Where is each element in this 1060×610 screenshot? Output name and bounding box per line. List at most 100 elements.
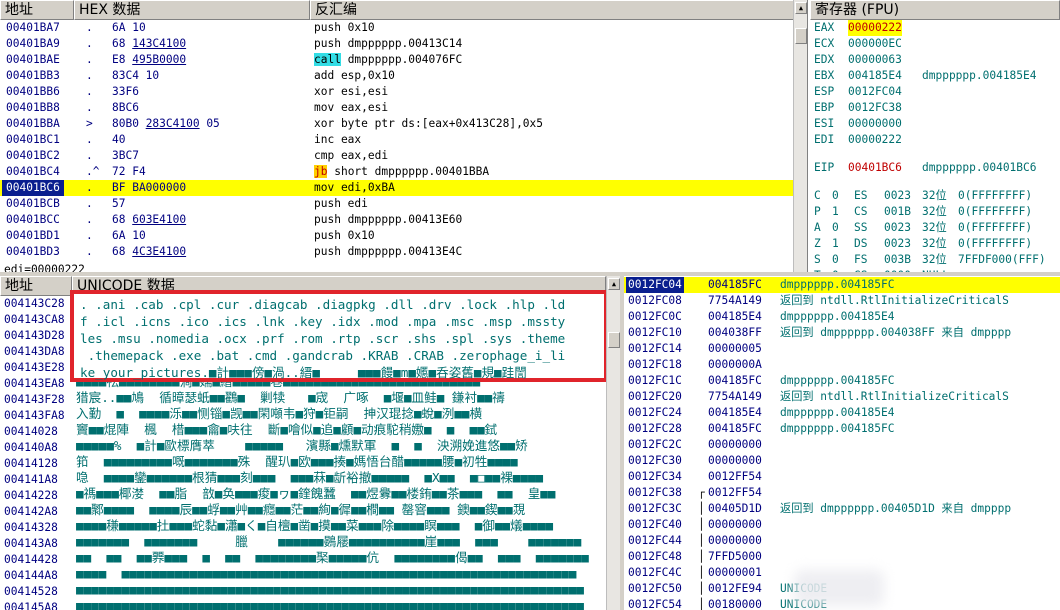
stack-row[interactable]: 0012FC18 0000000A [624, 357, 1060, 373]
dump-address: 004143A8 [4, 537, 58, 550]
stack-row[interactable]: 0012FC38 ┌ 0012FF54 [624, 485, 1060, 501]
flag-f: P [814, 205, 821, 218]
disasm-instruction[interactable]: mov eax,esi [314, 100, 388, 116]
stack-row[interactable]: 0012FC34 0012FF54 [624, 469, 1060, 485]
flag-row[interactable]: Z 1 DS 0023 32位 0(FFFFFFFF) [814, 236, 1060, 252]
dump-pane[interactable]: 地址 UNICODE 数据 004143C28 004143CA8 004143D2… [0, 276, 620, 610]
hex-bytes: 80B0 [112, 117, 146, 130]
stack-row[interactable]: 0012FC1C 004185FC dmpppppp.004185FC [624, 373, 1060, 389]
hex-bytes: 72 F4 [112, 165, 146, 178]
stack-row[interactable]: 0012FC08 7754A149 返回到 ntdll.RtlInitializeC… [624, 293, 1060, 309]
disasm-row[interactable]: 00401BC2. 3BC7 cmp eax,edi [0, 148, 794, 164]
flag-row[interactable]: A 0 SS 0023 32位 0(FFFFFFFF) [814, 220, 1060, 236]
registers-header[interactable]: 寄存器 (FPU) [810, 0, 1060, 20]
register-name: EBP [814, 101, 835, 114]
disasm-row[interactable]: 00401BB3. 83C4 10 add esp,0x10 [0, 68, 794, 84]
disasm-instruction[interactable]: push edi [314, 196, 368, 212]
register-row[interactable]: ESP 0012FC04 [814, 84, 1060, 100]
disasm-instruction[interactable]: push 0x10 [314, 20, 375, 36]
dump-scroll-thumb[interactable] [608, 332, 620, 348]
stack-row[interactable]: 0012FC40 │ 00000000 [624, 517, 1060, 533]
disasm-instruction[interactable]: push dmpppppp.00413E4C [314, 244, 462, 260]
register-value[interactable]: 000000EC [848, 36, 902, 52]
disasm-instruction[interactable]: push 0x10 [314, 228, 375, 244]
register-value[interactable]: 004185E4 [848, 68, 902, 84]
stack-row[interactable]: 0012FC48 │ 7FFD5000 [624, 549, 1060, 565]
registers-pane[interactable]: 寄存器 (FPU) EAX 00000222 ECX 000000EC EDX 00000… [810, 0, 1060, 274]
disasm-row[interactable]: 00401BC4 .^ 72 F4 jb short dmpppppp.00401BB… [0, 164, 794, 180]
disasm-row[interactable]: 00401BB8. 8BC6 mov eax,esi [0, 100, 794, 116]
scroll-up-icon[interactable]: ▲ [795, 2, 807, 14]
register-value[interactable]: 00000222 [848, 20, 902, 36]
stack-row[interactable]: 0012FC20 7754A149 返回到 ntdll.RtlInitializeC… [624, 389, 1060, 405]
dump-addr-header[interactable]: 地址 [0, 276, 72, 296]
disasm-row[interactable]: 00401BD1. 6A 10 push 0x10 [0, 228, 794, 244]
disasm-row[interactable]: 00401BCB. 57 push edi [0, 196, 794, 212]
asm-text: xor byte ptr ds:[eax+0x413C28],0x5 [314, 117, 544, 130]
disasm-row[interactable]: 00401BAE. E8 495B0000 call dmpppppp.004076… [0, 52, 794, 68]
disasm-instruction[interactable]: push dmpppppp.00413E60 [314, 212, 462, 228]
disasm-row[interactable]: 00401BA7. 6A 10 push 0x10 [0, 20, 794, 36]
stack-row[interactable]: 0012FC0C 004185E4 dmpppppp.004185E4 [624, 309, 1060, 325]
disasm-row[interactable]: 00401BBA >80B0 283C4100 05 xor byte ptr ds… [0, 116, 794, 132]
stack-row[interactable]: 0012FC28 004185FC dmpppppp.004185FC [624, 421, 1060, 437]
register-row[interactable]: ECX 000000EC [814, 36, 1060, 52]
hex-bytes: 57 [112, 197, 126, 210]
register-row[interactable]: EAX 00000222 [814, 20, 1060, 36]
disasm-pane[interactable]: 地址 HEX 数据 反汇编 00401BA7. 6A 10 push 0x10 004… [0, 0, 808, 272]
disasm-row[interactable]: 00401BC6. BF BA000000 mov edi,0xBA [0, 180, 794, 196]
disasm-instruction[interactable]: add esp,0x10 [314, 68, 395, 84]
disasm-instruction[interactable]: call dmpppppp.004076FC [314, 52, 462, 68]
stack-row[interactable]: 0012FC30 00000000 [624, 453, 1060, 469]
register-value[interactable]: 00000222 [848, 132, 902, 148]
disasm-instruction[interactable]: mov edi,0xBA [314, 180, 395, 196]
disasm-instruction[interactable]: inc eax [314, 132, 361, 148]
register-row[interactable]: EBX 004185E4 dmpppppp.004185E4 [814, 68, 1060, 84]
register-row[interactable]: EBP 0012FC38 [814, 100, 1060, 116]
stack-value: 00000000 [708, 454, 762, 467]
stack-address: 0012FC08 [628, 294, 682, 307]
register-value[interactable]: 00000000 [848, 116, 902, 132]
stack-row[interactable]: 0012FC3C │ 00405D1D 返回到 dmpppppp.00405D1D 来… [624, 501, 1060, 517]
disasm-addr-header[interactable]: 地址 [0, 0, 74, 20]
register-row[interactable]: EDI 00000222 [814, 132, 1060, 148]
disasm-row[interactable]: 00401BCC. 68 603E4100 push dmpppppp.00413E… [0, 212, 794, 228]
disasm-instruction[interactable]: push dmpppppp.00413C14 [314, 36, 462, 52]
register-row[interactable]: EDX 00000063 [814, 52, 1060, 68]
disasm-row[interactable]: 00401BC1. 40 inc eax [0, 132, 794, 148]
stack-row[interactable]: 0012FC14 00000005 [624, 341, 1060, 357]
disasm-row[interactable]: 00401BA9. 68 143C4100 push dmpppppp.00413C… [0, 36, 794, 52]
disasm-instruction[interactable]: jb short dmpppppp.00401BBA [314, 164, 489, 180]
disasm-asm-header[interactable]: 反汇编 [310, 0, 794, 20]
flag-row[interactable]: C 0 ES 0023 32位 0(FFFFFFFF) [814, 188, 1060, 204]
dump-address: 004145A8 [4, 601, 58, 610]
dump-scrollbar[interactable]: ▲ [606, 276, 620, 610]
disasm-instruction[interactable]: xor byte ptr ds:[eax+0x413C28],0x5 [314, 116, 543, 132]
stack-row[interactable]: 0012FC24 004185E4 dmpppppp.004185E4 [624, 405, 1060, 421]
scroll-up-icon[interactable]: ▲ [608, 278, 620, 290]
disasm-row[interactable]: 00401BB6. 33F6 xor esi,esi [0, 84, 794, 100]
stack-row[interactable]: 0012FC44 │ 00000000 [624, 533, 1060, 549]
register-value[interactable]: 00000063 [848, 52, 902, 68]
flag-row[interactable]: P 1 CS 001B 32位 0(FFFFFFFF) [814, 204, 1060, 220]
stack-address: 0012FC50 [628, 582, 682, 595]
register-row[interactable]: ESI 00000000 [814, 116, 1060, 132]
disasm-hex-header[interactable]: HEX 数据 [74, 0, 310, 20]
flag-sv: 0023 [884, 189, 911, 202]
flag-s: SS [854, 221, 868, 234]
register-value[interactable]: 0012FC04 [848, 84, 902, 100]
disasm-scroll-thumb[interactable] [795, 28, 807, 44]
stack-pane[interactable]: 0012FC04 004185FC dmpppppp.004185FC 0012FC0… [624, 276, 1060, 610]
register-value[interactable]: 0012FC38 [848, 100, 902, 116]
disasm-instruction[interactable]: cmp eax,edi [314, 148, 388, 164]
disasm-row[interactable]: 00401BD3. 68 4C3E4100 push dmpppppp.00413E… [0, 244, 794, 260]
register-value[interactable]: 00401BC6 [848, 160, 902, 176]
disasm-instruction[interactable]: xor esi,esi [314, 84, 388, 100]
stack-row[interactable]: 0012FC04 004185FC dmpppppp.004185FC [624, 277, 1060, 293]
disasm-scrollbar[interactable]: ▲ [793, 0, 807, 272]
stack-value: 00405D1D [708, 502, 762, 515]
register-row-eip[interactable]: EIP 00401BC6 dmpppppp.00401BC6 [814, 160, 1060, 176]
flag-row[interactable]: S 0 FS 003B 32位 7FFDF000(FFF) [814, 252, 1060, 268]
stack-row[interactable]: 0012FC2C 00000000 [624, 437, 1060, 453]
stack-row[interactable]: 0012FC10 004038FF 返回到 dmpppppp.004038FF 来自… [624, 325, 1060, 341]
